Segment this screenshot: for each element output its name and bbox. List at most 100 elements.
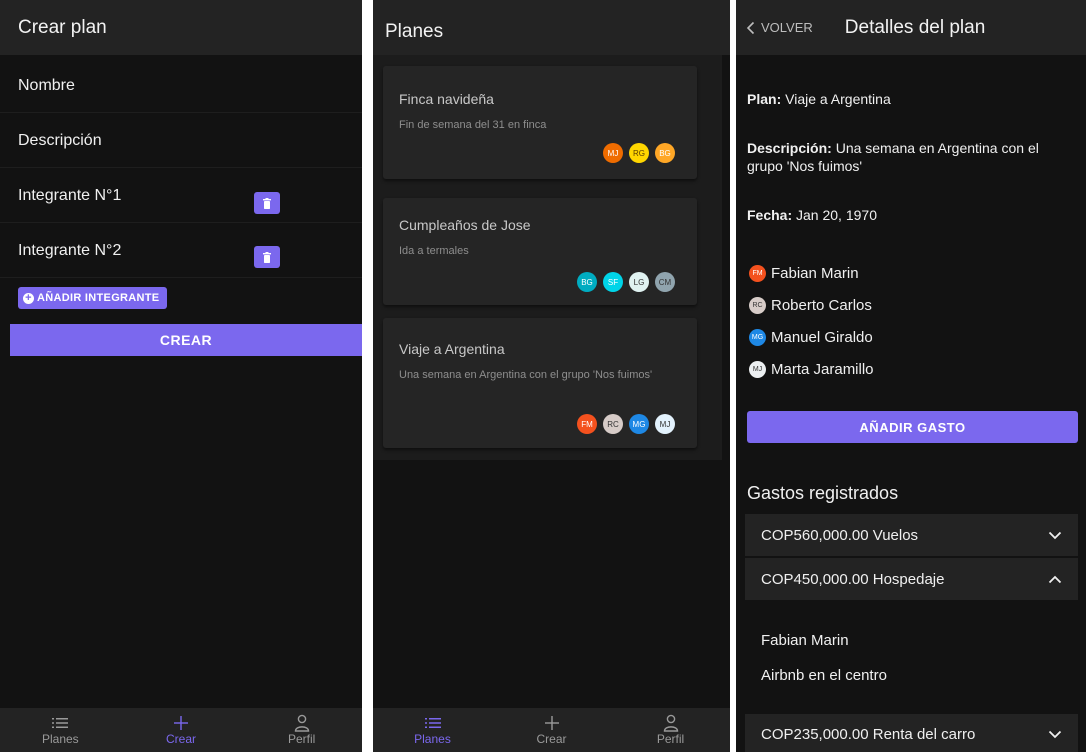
expense-row[interactable]: COP450,000.00 Hospedaje xyxy=(745,558,1078,600)
delete-member-button[interactable] xyxy=(254,192,280,214)
app-bar: Planes xyxy=(373,0,730,55)
create-button[interactable]: CREAR xyxy=(10,324,362,356)
nav-label: Planes xyxy=(41,732,79,746)
avatar: FM xyxy=(749,265,766,282)
expense-label: COP560,000.00 Vuelos xyxy=(761,526,919,544)
field-label: Integrante N°2 xyxy=(18,241,122,259)
member-name: Manuel Giraldo xyxy=(771,329,873,346)
plan-title: Cumpleaños de Jose xyxy=(399,217,531,233)
plus-icon xyxy=(174,714,188,732)
plan-card[interactable]: Cumpleaños de Jose Ida a termales BG SF … xyxy=(383,198,697,305)
avatar: MG xyxy=(749,329,766,346)
plan-name-line: Plan: Viaje a Argentina xyxy=(747,90,1076,108)
expense-row[interactable]: COP235,000.00 Renta del carro xyxy=(745,714,1078,752)
descripcion-field[interactable]: Descripción xyxy=(0,114,362,168)
page-title: Crear plan xyxy=(18,16,107,38)
plus-circle-icon: + xyxy=(23,292,34,304)
avatar: MG xyxy=(629,414,649,434)
add-expense-label: AÑADIR GASTO xyxy=(859,419,966,435)
plan-description: Fin de semana del 31 en finca xyxy=(399,119,547,131)
integrante-2-field[interactable]: Integrante N°2 xyxy=(0,224,362,278)
bottom-nav: Planes Crear Perfil xyxy=(0,708,362,752)
plan-description: Una semana en Argentina con el grupo 'No… xyxy=(399,369,653,381)
add-member-button[interactable]: + AÑADIR INTEGRANTE xyxy=(18,287,168,309)
member-name: Fabian Marin xyxy=(771,265,859,282)
back-label: VOLVER xyxy=(761,20,813,35)
member-name: Roberto Carlos xyxy=(771,297,872,314)
app-bar: Crear plan xyxy=(0,0,362,55)
nav-crear[interactable]: Crear xyxy=(492,708,611,752)
expenses-title: Gastos registrados xyxy=(747,483,899,503)
nav-label: Planes xyxy=(414,732,451,746)
nav-label: Crear xyxy=(166,732,197,746)
plan-card[interactable]: Finca navideña Fin de semana del 31 en f… xyxy=(383,66,697,179)
nav-planes[interactable]: Planes xyxy=(373,708,492,752)
expense-details xyxy=(745,602,1078,702)
trash-icon xyxy=(263,251,271,263)
date-label: Fecha: xyxy=(747,207,793,223)
avatar: RC xyxy=(749,297,766,314)
nav-crear[interactable]: Crear xyxy=(121,708,242,752)
list-icon xyxy=(424,714,441,732)
back-button[interactable]: VOLVER xyxy=(746,20,813,35)
member-name: Marta Jaramillo xyxy=(771,361,874,378)
avatar: BG xyxy=(655,143,675,163)
nav-label: Crear xyxy=(536,732,567,746)
plan-title: Viaje a Argentina xyxy=(399,341,505,357)
add-member-label: AÑADIR INTEGRANTE xyxy=(37,292,160,304)
nav-perfil[interactable]: Perfil xyxy=(241,708,362,752)
plan-label: Plan: xyxy=(747,91,782,107)
plan-card[interactable]: Viaje a Argentina Una semana en Argentin… xyxy=(383,318,697,448)
member-avatars: MJ RG BG xyxy=(603,143,675,163)
member-avatars: FM RC MG MJ xyxy=(577,414,675,434)
avatar: RC xyxy=(603,414,623,434)
expense-detail: Airbnb en el centro xyxy=(761,667,887,684)
field-label: Integrante N°1 xyxy=(18,186,122,204)
plus-icon xyxy=(544,714,559,732)
avatar: RG xyxy=(629,143,649,163)
app-bar: VOLVER Detalles del plan xyxy=(736,0,1086,55)
expense-label: COP235,000.00 Renta del carro xyxy=(761,725,976,743)
expense-label: COP450,000.00 Hospedaje xyxy=(761,570,945,588)
nav-label: Perfil xyxy=(288,732,316,746)
plan-description: Ida a termales xyxy=(399,245,469,257)
delete-member-button[interactable] xyxy=(254,246,280,268)
bottom-nav: Planes Crear Perfil xyxy=(373,708,730,752)
member-item: RC Roberto Carlos xyxy=(749,297,872,314)
create-button-label: CREAR xyxy=(159,332,213,348)
description-line: Descripción: Una semana en Argentina con… xyxy=(747,139,1076,175)
member-avatars: BG SF LG CM xyxy=(577,272,675,292)
nav-planes[interactable]: Planes xyxy=(0,708,121,752)
chevron-up-icon xyxy=(1048,575,1062,583)
nombre-field[interactable]: Nombre xyxy=(0,59,362,113)
page-title: Detalles del plan xyxy=(844,16,986,38)
member-item: MG Manuel Giraldo xyxy=(749,329,873,346)
avatar: MJ xyxy=(603,143,623,163)
trash-icon xyxy=(263,197,271,209)
plan-details-screen: VOLVER Detalles del plan Plan: Viaje a A… xyxy=(736,0,1086,752)
plan-title: Finca navideña xyxy=(399,91,494,107)
avatar: BG xyxy=(577,272,597,292)
avatar: CM xyxy=(655,272,675,292)
crear-plan-screen: Crear plan Nombre Descripción Integrante… xyxy=(0,0,362,752)
integrante-1-field[interactable]: Integrante N°1 xyxy=(0,169,362,223)
description-label: Descripción: xyxy=(747,140,832,156)
expense-row[interactable]: COP560,000.00 Vuelos xyxy=(745,514,1078,556)
list-icon xyxy=(52,714,69,732)
nav-perfil[interactable]: Perfil xyxy=(611,708,730,752)
plans-list: Finca navideña Fin de semana del 31 en f… xyxy=(373,55,722,460)
chevron-down-icon xyxy=(1048,730,1062,738)
avatar: LG xyxy=(629,272,649,292)
date-line: Fecha: Jan 20, 1970 xyxy=(747,206,1076,224)
add-expense-button[interactable]: AÑADIR GASTO xyxy=(747,411,1078,443)
member-item: MJ Marta Jaramillo xyxy=(749,361,874,378)
field-label: Nombre xyxy=(18,76,75,94)
user-icon xyxy=(663,714,679,732)
chevron-left-icon xyxy=(746,21,755,34)
planes-screen: Planes Finca navideña Fin de semana del … xyxy=(373,0,730,752)
avatar: MJ xyxy=(749,361,766,378)
date-value: Jan 20, 1970 xyxy=(796,207,877,223)
member-item: FM Fabian Marin xyxy=(749,265,859,282)
expense-payer: Fabian Marin xyxy=(761,632,849,649)
field-label: Descripción xyxy=(18,131,102,149)
